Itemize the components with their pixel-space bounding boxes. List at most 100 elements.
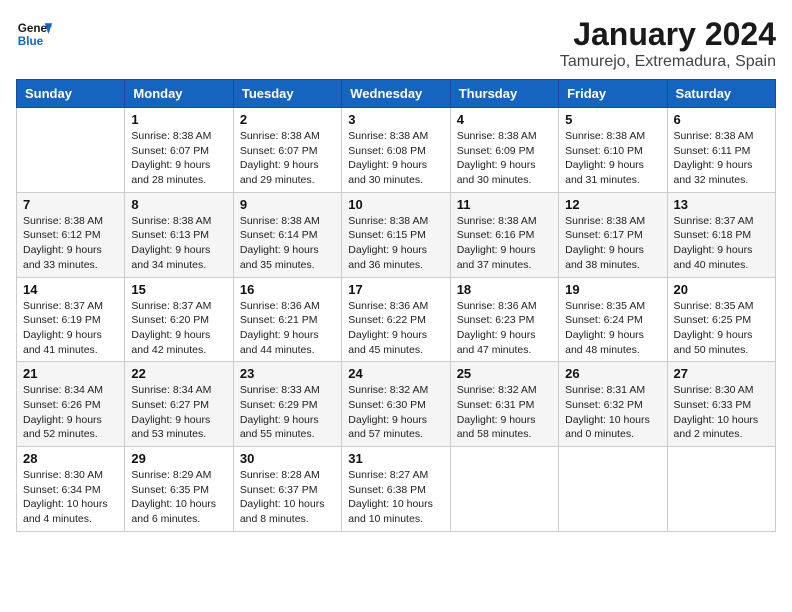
calendar-cell: [17, 108, 125, 193]
calendar-week-4: 21 Sunrise: 8:34 AM Sunset: 6:26 PM Dayli…: [17, 362, 776, 447]
day-info: Sunrise: 8:37 AM Sunset: 6:18 PM Dayligh…: [674, 214, 769, 273]
calendar-cell: 25Sunrise: 8:32 AM Sunset: 6:31 PM Dayli…: [450, 362, 558, 447]
day-number: 4: [457, 112, 552, 127]
logo: General Blue: [16, 16, 52, 52]
calendar-cell: [450, 447, 558, 532]
day-number: 5: [565, 112, 660, 127]
day-number: 30: [240, 451, 335, 466]
calendar-cell: 31 Sunrise: 8:27 AM Sunset: 6:38 PM Dayli…: [342, 447, 450, 532]
day-info: Sunrise: 8:28 AM Sunset: 6:37 PM Dayligh…: [240, 468, 335, 527]
day-number: 20: [674, 282, 769, 297]
day-info: Sunrise: 8:31 AM Sunset: 6:32 PM Dayligh…: [565, 383, 660, 442]
header-wednesday: Wednesday: [342, 80, 450, 108]
day-number: 9: [240, 197, 335, 212]
day-info: Sunrise: 8:34 AM Sunset: 6:27 PM Dayligh…: [131, 383, 226, 442]
calendar-header-row: Sunday Monday Tuesday Wednesday Thursday…: [17, 80, 776, 108]
calendar-cell: 19 Sunrise: 8:35 AM Sunset: 6:24 PM Dayli…: [559, 277, 667, 362]
day-info: Sunrise: 8:35 AM Sunset: 6:25 PM Dayligh…: [674, 299, 769, 358]
calendar-cell: 22 Sunrise: 8:34 AM Sunset: 6:27 PM Dayli…: [125, 362, 233, 447]
calendar-cell: 11 Sunrise: 8:38 AM Sunset: 6:16 PM Dayli…: [450, 192, 558, 277]
day-info: Sunrise: 8:38 AM Sunset: 6:07 PM Dayligh…: [131, 129, 226, 188]
header-saturday: Saturday: [667, 80, 775, 108]
day-number: 23: [240, 366, 335, 381]
calendar-cell: 15Sunrise: 8:37 AM Sunset: 6:20 PM Dayli…: [125, 277, 233, 362]
calendar-cell: 4 Sunrise: 8:38 AM Sunset: 6:09 PM Daylig…: [450, 108, 558, 193]
calendar-subtitle: Tamurejo, Extremadura, Spain: [560, 53, 776, 71]
day-info: Sunrise: 8:29 AM Sunset: 6:35 PM Dayligh…: [131, 468, 226, 527]
day-number: 15: [131, 282, 226, 297]
calendar-cell: 8 Sunrise: 8:38 AM Sunset: 6:13 PM Daylig…: [125, 192, 233, 277]
header-sunday: Sunday: [17, 80, 125, 108]
calendar-cell: 23 Sunrise: 8:33 AM Sunset: 6:29 PM Dayli…: [233, 362, 341, 447]
day-number: 31: [348, 451, 443, 466]
day-number: 26: [565, 366, 660, 381]
day-info: Sunrise: 8:38 AM Sunset: 6:14 PM Dayligh…: [240, 214, 335, 273]
calendar-cell: 27Sunrise: 8:30 AM Sunset: 6:33 PM Dayli…: [667, 362, 775, 447]
day-number: 10: [348, 197, 443, 212]
day-info: Sunrise: 8:38 AM Sunset: 6:13 PM Dayligh…: [131, 214, 226, 273]
page-header: General Blue January 2024 Tamurejo, Extr…: [16, 16, 776, 71]
calendar-cell: [667, 447, 775, 532]
calendar-cell: 13 Sunrise: 8:37 AM Sunset: 6:18 PM Dayli…: [667, 192, 775, 277]
calendar-week-5: 28Sunrise: 8:30 AM Sunset: 6:34 PM Dayli…: [17, 447, 776, 532]
day-number: 14: [23, 282, 118, 297]
day-number: 28: [23, 451, 118, 466]
day-info: Sunrise: 8:30 AM Sunset: 6:33 PM Dayligh…: [674, 383, 769, 442]
day-info: Sunrise: 8:38 AM Sunset: 6:16 PM Dayligh…: [457, 214, 552, 273]
calendar-cell: 17Sunrise: 8:36 AM Sunset: 6:22 PM Dayli…: [342, 277, 450, 362]
calendar-cell: 29Sunrise: 8:29 AM Sunset: 6:35 PM Dayli…: [125, 447, 233, 532]
calendar-cell: 26 Sunrise: 8:31 AM Sunset: 6:32 PM Dayli…: [559, 362, 667, 447]
day-info: Sunrise: 8:38 AM Sunset: 6:09 PM Dayligh…: [457, 129, 552, 188]
calendar-cell: 20 Sunrise: 8:35 AM Sunset: 6:25 PM Dayli…: [667, 277, 775, 362]
day-info: Sunrise: 8:38 AM Sunset: 6:08 PM Dayligh…: [348, 129, 443, 188]
svg-text:Blue: Blue: [18, 35, 44, 48]
calendar-cell: [559, 447, 667, 532]
day-info: Sunrise: 8:38 AM Sunset: 6:07 PM Dayligh…: [240, 129, 335, 188]
calendar-week-1: 1Sunrise: 8:38 AM Sunset: 6:07 PM Daylig…: [17, 108, 776, 193]
logo-icon: General Blue: [16, 16, 52, 52]
day-info: Sunrise: 8:36 AM Sunset: 6:21 PM Dayligh…: [240, 299, 335, 358]
calendar-cell: 14Sunrise: 8:37 AM Sunset: 6:19 PM Dayli…: [17, 277, 125, 362]
day-info: Sunrise: 8:36 AM Sunset: 6:22 PM Dayligh…: [348, 299, 443, 358]
day-info: Sunrise: 8:38 AM Sunset: 6:11 PM Dayligh…: [674, 129, 769, 188]
day-info: Sunrise: 8:35 AM Sunset: 6:24 PM Dayligh…: [565, 299, 660, 358]
day-info: Sunrise: 8:32 AM Sunset: 6:30 PM Dayligh…: [348, 383, 443, 442]
calendar-cell: 2Sunrise: 8:38 AM Sunset: 6:07 PM Daylig…: [233, 108, 341, 193]
title-area: January 2024 Tamurejo, Extremadura, Spai…: [560, 16, 776, 71]
day-number: 21: [23, 366, 118, 381]
calendar-table: Sunday Monday Tuesday Wednesday Thursday…: [16, 79, 776, 532]
calendar-cell: 3 Sunrise: 8:38 AM Sunset: 6:08 PM Daylig…: [342, 108, 450, 193]
calendar-cell: 21 Sunrise: 8:34 AM Sunset: 6:26 PM Dayli…: [17, 362, 125, 447]
day-number: 19: [565, 282, 660, 297]
day-info: Sunrise: 8:34 AM Sunset: 6:26 PM Dayligh…: [23, 383, 118, 442]
day-info: Sunrise: 8:38 AM Sunset: 6:12 PM Dayligh…: [23, 214, 118, 273]
calendar-cell: 9 Sunrise: 8:38 AM Sunset: 6:14 PM Daylig…: [233, 192, 341, 277]
day-number: 12: [565, 197, 660, 212]
header-friday: Friday: [559, 80, 667, 108]
calendar-week-2: 7 Sunrise: 8:38 AM Sunset: 6:12 PM Daylig…: [17, 192, 776, 277]
day-info: Sunrise: 8:38 AM Sunset: 6:10 PM Dayligh…: [565, 129, 660, 188]
calendar-cell: 30 Sunrise: 8:28 AM Sunset: 6:37 PM Dayli…: [233, 447, 341, 532]
header-tuesday: Tuesday: [233, 80, 341, 108]
day-info: Sunrise: 8:38 AM Sunset: 6:15 PM Dayligh…: [348, 214, 443, 273]
day-number: 22: [131, 366, 226, 381]
calendar-cell: 28Sunrise: 8:30 AM Sunset: 6:34 PM Dayli…: [17, 447, 125, 532]
day-number: 11: [457, 197, 552, 212]
day-number: 16: [240, 282, 335, 297]
header-thursday: Thursday: [450, 80, 558, 108]
calendar-cell: 12Sunrise: 8:38 AM Sunset: 6:17 PM Dayli…: [559, 192, 667, 277]
day-number: 13: [674, 197, 769, 212]
calendar-cell: 10 Sunrise: 8:38 AM Sunset: 6:15 PM Dayli…: [342, 192, 450, 277]
calendar-cell: 1Sunrise: 8:38 AM Sunset: 6:07 PM Daylig…: [125, 108, 233, 193]
day-number: 24: [348, 366, 443, 381]
day-info: Sunrise: 8:33 AM Sunset: 6:29 PM Dayligh…: [240, 383, 335, 442]
calendar-title: January 2024: [560, 16, 776, 53]
day-number: 8: [131, 197, 226, 212]
header-monday: Monday: [125, 80, 233, 108]
calendar-cell: 6 Sunrise: 8:38 AM Sunset: 6:11 PM Daylig…: [667, 108, 775, 193]
day-number: 6: [674, 112, 769, 127]
day-info: Sunrise: 8:32 AM Sunset: 6:31 PM Dayligh…: [457, 383, 552, 442]
day-number: 7: [23, 197, 118, 212]
day-number: 3: [348, 112, 443, 127]
day-info: Sunrise: 8:27 AM Sunset: 6:38 PM Dayligh…: [348, 468, 443, 527]
